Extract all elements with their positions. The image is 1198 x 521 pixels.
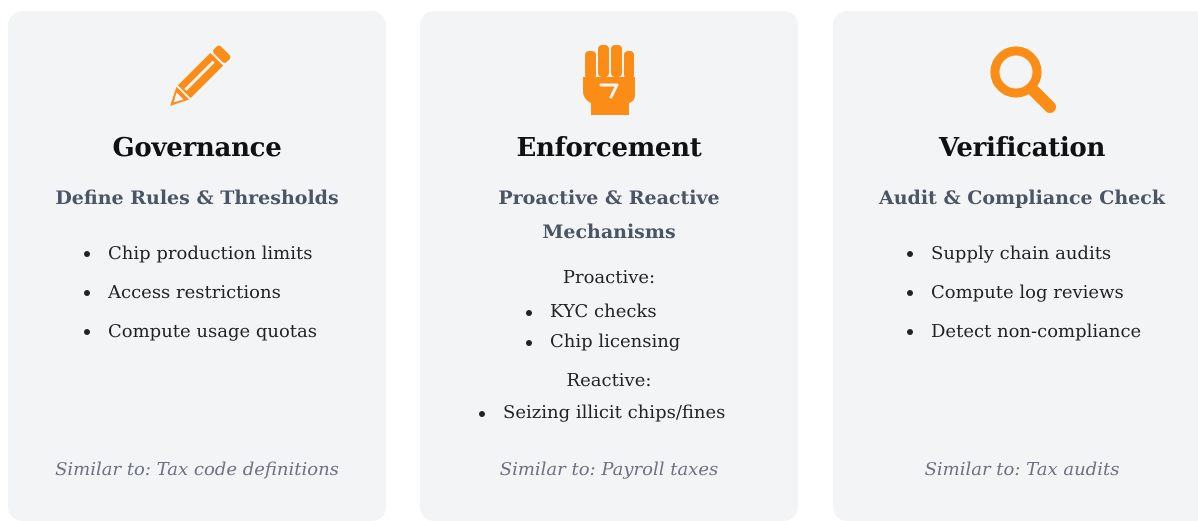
bullet-list: Chip production limits Access restrictio… xyxy=(82,234,317,351)
pencil-icon xyxy=(159,41,235,117)
list-item: KYC checks xyxy=(524,297,680,327)
governance-card: Governance Define Rules & Thresholds Chi… xyxy=(8,11,386,521)
proactive-list: KYC checks Chip licensing xyxy=(524,297,680,357)
card-title: Governance xyxy=(112,133,282,163)
list-item: Access restrictions xyxy=(82,273,317,312)
list-item: Compute usage quotas xyxy=(82,312,317,351)
card-footer: Similar to: Payroll taxes xyxy=(499,459,719,480)
card-footer: Similar to: Tax audits xyxy=(924,459,1120,480)
fist-icon xyxy=(571,41,647,117)
list-item: Detect non-compliance xyxy=(905,312,1141,351)
card-title: Verification xyxy=(938,133,1106,163)
reactive-list: Seizing illicit chips/fines xyxy=(477,398,725,428)
list-item: Compute log reviews xyxy=(905,273,1141,312)
card-title: Enforcement xyxy=(516,133,702,163)
list-item: Chip production limits xyxy=(82,234,317,273)
magnifying-glass-icon xyxy=(984,41,1060,117)
bullet-list: Supply chain audits Compute log reviews … xyxy=(905,234,1141,351)
list-item: Seizing illicit chips/fines xyxy=(477,398,725,428)
card-subtitle: Define Rules & Thresholds xyxy=(55,187,339,209)
enforcement-card: Enforcement Proactive & Reactive Mechani… xyxy=(420,11,798,521)
verification-card: Verification Audit & Compliance Check Su… xyxy=(833,11,1198,521)
card-subtitle: Audit & Compliance Check xyxy=(879,187,1165,209)
list-item: Supply chain audits xyxy=(905,234,1141,273)
card-subtitle: Proactive & Reactive Mechanisms xyxy=(498,187,720,243)
card-footer: Similar to: Tax code definitions xyxy=(55,459,339,480)
reactive-label: Reactive: xyxy=(566,370,652,391)
proactive-label: Proactive: xyxy=(562,267,656,288)
list-item: Chip licensing xyxy=(524,327,680,357)
